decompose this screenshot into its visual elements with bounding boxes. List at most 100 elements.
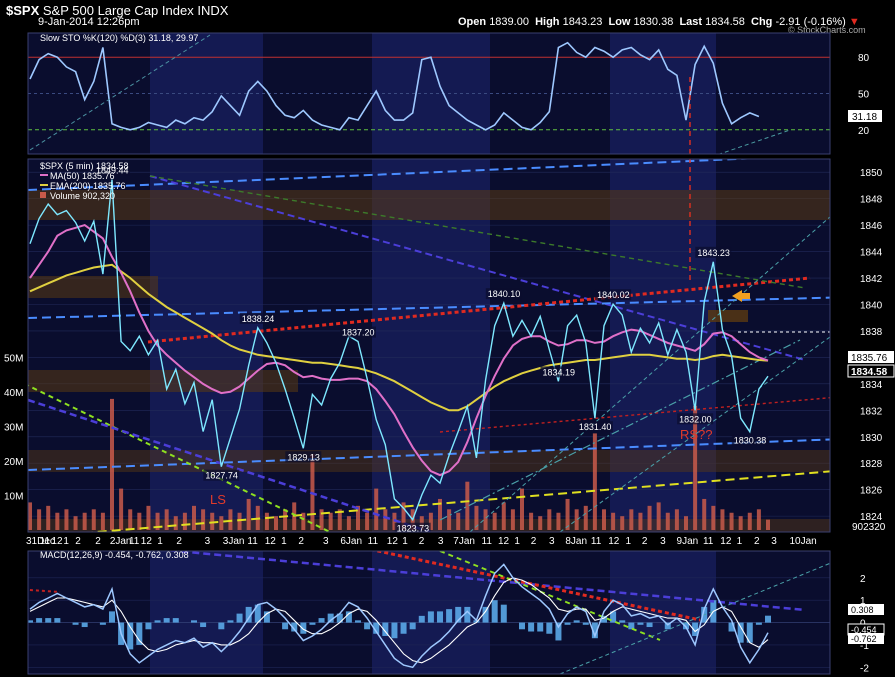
volume-bar	[766, 519, 770, 530]
macd-hist-bar	[172, 618, 179, 623]
time-tick-label: 3	[438, 536, 444, 547]
volume-tick-label: 50M	[4, 354, 23, 365]
price-annotation-label: 1838.24	[242, 314, 275, 324]
resistance-band-top	[28, 190, 830, 220]
price-tick-label: 1842	[860, 274, 883, 285]
macd-hist-bar	[145, 622, 152, 630]
price-tick-label: 1828	[860, 459, 883, 470]
volume-tick-label: 40M	[4, 388, 23, 399]
macd-hist-bar	[564, 622, 571, 625]
macd-hist-bar	[519, 622, 525, 630]
volume-bar	[55, 512, 60, 530]
time-tick-label: 1	[514, 536, 520, 547]
band-mid-left	[28, 370, 298, 392]
time-tick-label: 11	[482, 536, 493, 547]
volume-bar	[492, 512, 497, 530]
price-tick-label: 1838	[860, 327, 883, 338]
macd-hist-bar	[163, 618, 170, 623]
macd-hist-bar	[619, 620, 626, 623]
volume-bar	[611, 512, 616, 530]
time-tick-label: 1	[402, 536, 408, 547]
volume-bar	[346, 516, 351, 530]
volume-bar	[119, 488, 124, 530]
time-tick-label: 2	[531, 536, 537, 547]
macd-tick-label: -2	[860, 663, 869, 674]
volume-bar	[365, 512, 370, 530]
volume-bar	[756, 509, 761, 530]
time-tick-label: 12	[265, 536, 277, 547]
macd-hist-bar	[555, 622, 562, 641]
time-tick-label: 12	[608, 536, 620, 547]
volume-bar	[91, 509, 96, 530]
volume-bar	[28, 502, 32, 530]
price-annotation-label: 1840.10	[488, 289, 521, 299]
band-left	[28, 276, 158, 298]
macd-hist-bar	[464, 606, 471, 623]
sto-tick-label: 80	[858, 53, 870, 64]
price-annotation-label: 1843.23	[697, 248, 730, 258]
volume-bar	[729, 512, 734, 530]
price-tick-label: 1844	[860, 248, 883, 259]
time-tick-label: 8Jan	[565, 536, 587, 547]
volume-bar	[602, 509, 606, 530]
macd-hist-bar	[72, 622, 79, 625]
volume-bar	[574, 509, 579, 530]
volume-bar	[565, 498, 570, 530]
volume-bar	[110, 398, 114, 530]
macd-hist-bar	[528, 622, 535, 632]
volume-bar	[128, 509, 133, 530]
sto-tick-label: 50	[858, 90, 870, 101]
volume-bar	[182, 512, 187, 530]
time-tick-label: 2	[298, 536, 304, 547]
volume-bar	[547, 509, 552, 530]
price-tick-label: 1832	[860, 406, 883, 417]
volume-bar	[46, 505, 51, 530]
volume-bar	[529, 512, 534, 530]
legend-ma50: MA(50) 1835.76	[50, 171, 115, 181]
macd-signal-label: -0.762	[851, 634, 877, 644]
volume-bar	[73, 516, 78, 530]
price-tick-label: 1848	[860, 195, 883, 206]
time-tick-label: 7Jan	[453, 536, 475, 547]
time-tick-label: 3	[323, 536, 329, 547]
macd-hist-bar	[500, 604, 507, 623]
macd-hist-bar	[200, 622, 207, 628]
volume-bar	[674, 509, 679, 530]
sto-tick-label: 20	[858, 126, 870, 137]
price-tick-label: 1826	[860, 486, 883, 497]
macd-hist-bar	[364, 622, 371, 630]
price-axis: 1824182618281830183218341836183818401842…	[860, 168, 883, 523]
time-tick-label: 11	[591, 536, 602, 547]
time-tick-label: 2	[176, 536, 182, 547]
macd-hist-bar	[491, 600, 498, 623]
time-tick-label: 1	[157, 536, 163, 547]
ls-annotation: LS	[210, 492, 226, 507]
time-tick-label: 2	[419, 536, 425, 547]
volume-bar	[520, 488, 524, 530]
sto-title: Slow STO %K(120) %D(3) 31.18, 29.97	[40, 33, 198, 43]
macd-hist-bar	[309, 622, 316, 625]
time-tick-label: 12	[141, 536, 153, 547]
price-annotation-label: 1830.38	[734, 436, 767, 446]
band-small	[708, 310, 748, 322]
volume-bar	[228, 509, 233, 530]
sto-axis: 20 50 80	[858, 53, 870, 137]
time-tick-label: 1	[63, 536, 69, 547]
macd-hist-bar	[755, 622, 762, 625]
price-tick-label: 1834	[860, 380, 883, 391]
volume-bar	[274, 516, 278, 530]
volume-bar	[219, 516, 224, 530]
price-tick-label: 1850	[860, 168, 883, 179]
last-price-label: 1834.58	[851, 367, 888, 378]
macd-hist-bar	[136, 622, 143, 645]
time-tick-label: 3	[205, 536, 211, 547]
price-annotation-label: 1831.40	[579, 422, 612, 432]
time-tick-label: 3	[660, 536, 666, 547]
macd-hist-bar	[45, 618, 52, 623]
macd-hist-bar	[318, 618, 325, 623]
time-tick-label: 2	[95, 536, 101, 547]
macd-hist-bar	[765, 615, 771, 623]
macd-hist-bar	[446, 609, 453, 623]
price-annotation-label: 1827.74	[205, 471, 238, 481]
macd-hist-bar	[537, 622, 544, 632]
